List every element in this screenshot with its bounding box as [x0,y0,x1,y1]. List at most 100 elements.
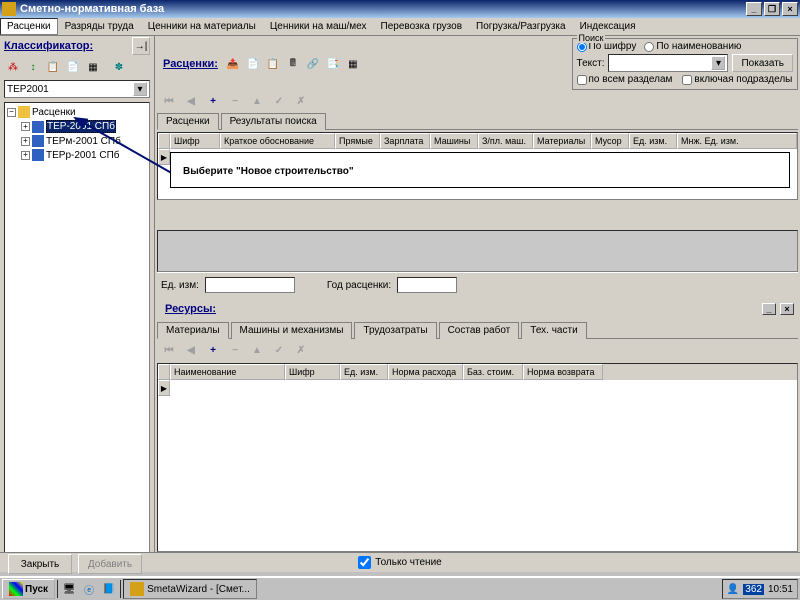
nav-del-icon[interactable]: − [227,94,243,108]
nav-prev-icon[interactable]: ◀ [183,343,199,357]
res-grid-body[interactable]: ▶ [158,380,797,520]
tree-expand-icon[interactable]: ⁂ [4,58,22,76]
minimize-button[interactable]: _ [746,2,762,16]
refresh-icon[interactable]: ✽ [110,58,128,76]
tab-composition[interactable]: Состав работ [439,322,520,339]
classifier-combo[interactable]: ТЕР2001 ▾ [4,80,150,98]
tree-node-root[interactable]: − Расценки [7,105,147,119]
search-show-button[interactable]: Показать [732,54,793,72]
menu-machines[interactable]: Ценники на маш/мех [263,18,374,35]
col-direct[interactable]: Прямые [335,133,380,149]
col-name[interactable]: Наименование [170,364,285,380]
nav-ok-icon[interactable]: ✓ [271,343,287,357]
col-waste[interactable]: Мусор [591,133,629,149]
nav-add-icon[interactable]: + [205,94,221,108]
col-unit[interactable]: Ед. изм. [629,133,677,149]
chk-all-sections[interactable]: по всем разделам [577,74,673,85]
classifier-tree[interactable]: − Расценки + ТЕР-2001 СПб + ТЕРм-2001 СП… [4,102,150,554]
radio-input[interactable] [644,42,654,52]
chevron-down-icon[interactable]: ▾ [133,82,147,96]
tab-materials[interactable]: Материалы [157,322,229,339]
expand-icon[interactable]: + [21,122,30,131]
year-input[interactable] [397,277,457,293]
chk-incl-sub[interactable]: включая подразделы [682,74,792,85]
col-code[interactable]: Шифр [285,364,340,380]
col-cost[interactable]: Баз. стоим. [463,364,523,380]
copy-icon[interactable]: 📋 [264,55,282,73]
maximize-button[interactable]: ❐ [764,2,780,16]
collapse-icon[interactable]: − [7,108,16,117]
calc-icon[interactable]: 🖩 [284,55,302,73]
tree-node-ter[interactable]: + ТЕР-2001 СПб [7,119,147,134]
collapse-button[interactable]: →| [132,37,150,55]
ql-ie-icon[interactable]: ⓔ [80,580,98,598]
checkbox-input[interactable] [577,75,587,85]
tab-labor[interactable]: Трудозатраты [354,322,436,339]
grid-icon[interactable]: ▦ [344,55,362,73]
min-panel-icon[interactable]: _ [762,303,776,315]
unit-input[interactable] [205,277,295,293]
col-unit[interactable]: Ед. изм. [340,364,388,380]
add-button[interactable]: Добавить [78,554,142,574]
expand-icon[interactable]: + [21,151,30,160]
tab-results[interactable]: Результаты поиска [221,113,326,130]
tray-icon[interactable]: 👤 [727,584,739,595]
search-text-combo[interactable]: ▾ [608,54,728,72]
nav-edit-icon[interactable]: ▲ [249,343,265,357]
chevron-down-icon[interactable]: ▾ [711,56,725,70]
menu-rates[interactable]: Расценки [0,18,58,35]
close-panel-icon[interactable]: × [780,303,794,315]
col-return[interactable]: Норма возврата [523,364,603,380]
checkbox-input[interactable] [682,75,692,85]
nav-prev-icon[interactable]: ◀ [183,94,199,108]
nav-first-icon[interactable]: ⏮ [161,94,177,108]
col-desc[interactable]: Краткое обоснование [220,133,335,149]
resources-grid[interactable]: Наименование Шифр Ед. изм. Норма расхода… [157,363,798,552]
nav-edit-icon[interactable]: ▲ [249,94,265,108]
start-button[interactable]: Пуск [2,579,55,599]
radio-by-name[interactable]: По наименованию [644,41,741,52]
tree-collapse-icon[interactable]: ↕ [24,58,42,76]
readonly-checkbox[interactable] [358,556,371,569]
taskbar-app-button[interactable]: SmetaWizard - [Смет... [123,579,257,599]
close-app-button[interactable]: Закрыть [8,554,72,574]
col-code[interactable]: Шифр [170,133,220,149]
col-materials[interactable]: Материалы [533,133,591,149]
col-rate[interactable]: Норма расхода [388,364,463,380]
tab-rates[interactable]: Расценки [157,113,219,130]
nav-cancel-icon[interactable]: ✗ [293,94,309,108]
find-icon[interactable]: ▦ [84,58,102,76]
nav-add-icon[interactable]: + [205,343,221,357]
expand-icon[interactable]: + [21,137,30,146]
nav-ok-icon[interactable]: ✓ [271,94,287,108]
ql-desktop-icon[interactable]: 🖥 [60,580,78,598]
radio-input[interactable] [577,42,587,52]
doc-icon[interactable]: 📄 [244,55,262,73]
link-icon[interactable]: 🔗 [304,55,322,73]
nav-first-icon[interactable]: ⏮ [161,343,177,357]
paste-icon[interactable]: 📄 [64,58,82,76]
copy-icon[interactable]: 📋 [44,58,62,76]
tab-tech[interactable]: Тех. части [521,322,586,339]
instruction-callout: Выберите "Новое строительство" [170,152,790,188]
col-salary[interactable]: Зарплата [380,133,430,149]
close-button[interactable]: × [782,2,798,16]
detail-text-area[interactable] [157,230,798,272]
col-mult-unit[interactable]: Мнж. Ед. изм. [677,133,797,149]
ql-app-icon[interactable]: 📘 [100,580,118,598]
export-icon[interactable]: 📤 [224,55,242,73]
tray-lang[interactable]: 362 [743,584,764,595]
list-icon[interactable]: 📑 [324,55,342,73]
menu-transport[interactable]: Перевозка грузов [374,18,469,35]
nav-del-icon[interactable]: − [227,343,243,357]
system-tray[interactable]: 👤 362 10:51 [722,579,798,599]
tree-node-terr[interactable]: + ТЕРр-2001 СПб [7,148,147,162]
menu-loading[interactable]: Погрузка/Разгрузка [469,18,573,35]
nav-cancel-icon[interactable]: ✗ [293,343,309,357]
col-machines[interactable]: Машины [430,133,478,149]
menu-labor[interactable]: Разряды труда [58,18,141,35]
tab-mech[interactable]: Машины и механизмы [231,322,353,339]
menu-materials[interactable]: Ценники на материалы [141,18,263,35]
tree-node-term[interactable]: + ТЕРм-2001 СПб [7,134,147,148]
col-mach-sal[interactable]: З/пл. маш. [478,133,533,149]
